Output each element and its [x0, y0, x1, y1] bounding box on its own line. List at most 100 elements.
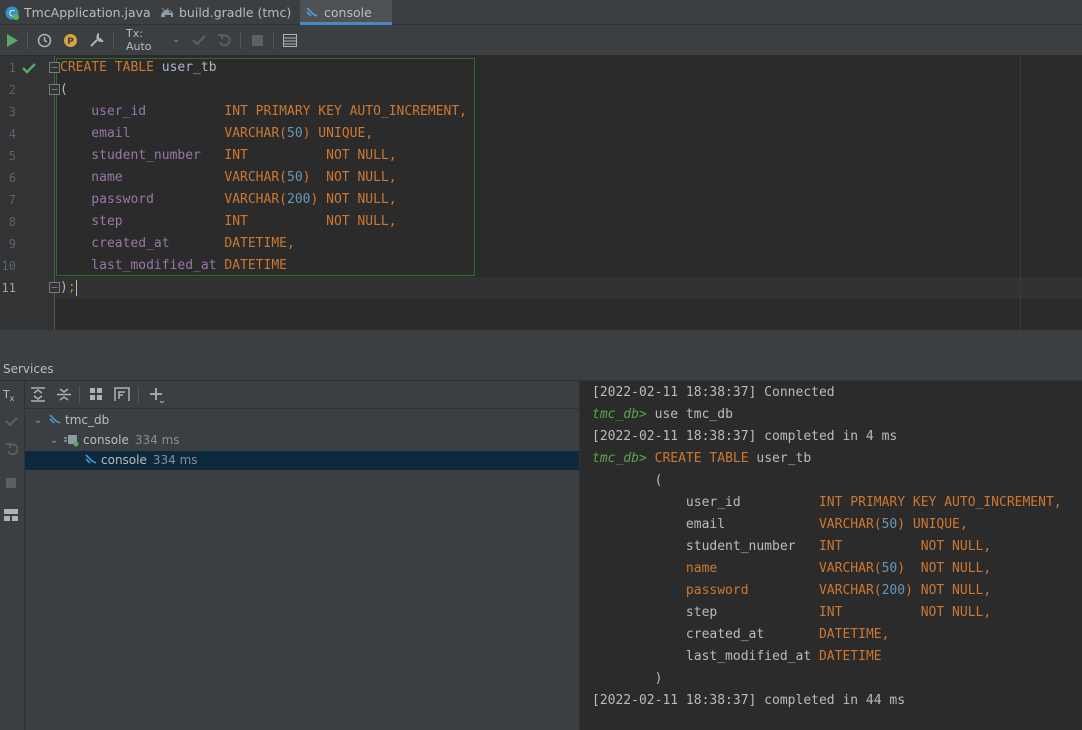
tree-node-label: console: [83, 433, 129, 447]
output-token: ) NOT NULL,: [905, 583, 992, 598]
sql-editor[interactable]: 1 2 3 4 5 6 7 8 9 10 11 CREATE TABLE use…: [0, 56, 1082, 330]
fold-icon[interactable]: [49, 62, 60, 76]
check-icon: [5, 417, 18, 427]
tab-build-gradle[interactable]: build.gradle (tmc) ✕: [155, 0, 317, 25]
fold-end-icon[interactable]: [49, 282, 60, 296]
services-tree-toolbar: [25, 381, 579, 409]
code-token: last_modified_at: [60, 258, 225, 273]
line-number: 10: [1, 259, 16, 273]
text-caret: [75, 279, 77, 296]
output-token: user_id: [592, 495, 819, 510]
output-line: tmc_db> use tmc_db: [592, 404, 733, 426]
code-token: ) NOT NULL,: [310, 192, 397, 207]
chevron-down-icon: ⌄: [33, 414, 43, 426]
code-line: );: [60, 277, 77, 299]
wrench-icon: [89, 32, 104, 47]
tree-node-label: console: [101, 453, 147, 467]
output-token: name: [592, 561, 819, 576]
output-token: CREATE TABLE: [654, 451, 757, 466]
transaction-mode-dropdown[interactable]: Tx: Auto ⌄: [120, 27, 180, 53]
output-token: created_at: [592, 627, 819, 642]
code-token: ) NOT NULL,: [302, 170, 397, 185]
output-line: [2022-02-11 18:38:37] completed in 4 ms: [592, 426, 897, 448]
line-number: 11: [1, 281, 16, 295]
rollback-button[interactable]: [5, 442, 19, 458]
line-number: 6: [8, 171, 16, 185]
commit-button[interactable]: [5, 416, 18, 430]
output-line: password VARCHAR(200) NOT NULL,: [592, 580, 991, 602]
tab-label: TmcApplication.java: [24, 5, 151, 20]
code-line: name VARCHAR(50) NOT NULL,: [60, 167, 397, 189]
database-console-icon: [304, 5, 320, 21]
transaction-mode-button[interactable]: Tx: [3, 388, 14, 403]
add-service-button[interactable]: [149, 387, 165, 406]
console-output[interactable]: [2022-02-11 18:38:37] Connected tmc_db> u…: [580, 381, 1082, 730]
results-view-button[interactable]: [281, 30, 299, 50]
stop-icon: [251, 34, 263, 46]
output-token: VARCHAR(: [818, 517, 882, 532]
code-token: INT NOT NULL,: [224, 214, 397, 229]
toolbar-divider: [27, 32, 28, 49]
tree-node-time: 334 ms: [134, 433, 180, 447]
commit-button[interactable]: [190, 30, 208, 50]
tree-node-console[interactable]: console 334 ms: [67, 450, 198, 470]
panel-splitter[interactable]: [0, 330, 1082, 357]
output-token: VARCHAR(: [818, 583, 882, 598]
expand-all-icon: [31, 387, 45, 402]
line-number: 9: [8, 237, 16, 251]
history-button[interactable]: [35, 30, 53, 50]
execution-success-icon[interactable]: [22, 62, 36, 77]
output-token: use tmc_db: [654, 407, 733, 422]
output-line: (: [592, 470, 663, 492]
code-token: 50: [287, 126, 303, 141]
explain-plan-button[interactable]: P: [61, 30, 79, 50]
svg-text:P: P: [67, 37, 74, 47]
output-token: ): [592, 671, 663, 686]
output-line: created_at DATETIME,: [592, 624, 890, 646]
settings-button[interactable]: [87, 30, 105, 50]
output-line: user_id INT PRIMARY KEY AUTO_INCREMENT,: [592, 492, 1062, 514]
filter-button[interactable]: [114, 387, 130, 405]
output-token: [2022-02-11 18:38:37] completed in 44 ms: [592, 693, 906, 708]
group-by-button[interactable]: [90, 388, 104, 405]
line-number: 1: [8, 61, 16, 75]
output-token: ) NOT NULL,: [897, 561, 992, 576]
execute-button[interactable]: [4, 30, 20, 50]
code-token: email: [60, 126, 225, 141]
collapse-all-button[interactable]: [57, 387, 71, 405]
rollback-button[interactable]: [215, 30, 233, 50]
tree-node-session[interactable]: ⌄ console 334 ms: [47, 430, 180, 450]
database-console-icon: [84, 453, 98, 467]
code-token: DATETIME,: [224, 236, 295, 251]
code-token: 50: [287, 170, 303, 185]
code-line: step INT NOT NULL,: [60, 211, 397, 233]
output-line: name VARCHAR(50) NOT NULL,: [592, 558, 991, 580]
tab-console[interactable]: console: [300, 0, 392, 25]
editor-tab-bar: C TmcApplication.java ✕ build.gradle (tm…: [0, 0, 1082, 25]
output-line: [2022-02-11 18:38:37] Connected: [592, 382, 835, 404]
stop-button[interactable]: [6, 477, 16, 491]
tab-tmc-application[interactable]: C TmcApplication.java ✕: [0, 0, 177, 25]
line-number: 5: [8, 149, 16, 163]
code-token: VARCHAR(: [224, 126, 287, 141]
output-token: VARCHAR(: [818, 561, 882, 576]
code-token: user_id: [60, 104, 225, 119]
group-icon: [90, 388, 102, 400]
fold-icon[interactable]: [49, 84, 60, 98]
output-token: 50: [881, 517, 898, 532]
code-token: ) UNIQUE,: [302, 126, 374, 141]
chevron-down-icon: ⌄: [172, 35, 180, 45]
tree-node-datasource[interactable]: ⌄ tmc_db: [31, 410, 109, 430]
line-number: 7: [8, 193, 16, 207]
layout-button[interactable]: [4, 509, 18, 524]
code-token: password: [60, 192, 225, 207]
plan-icon: P: [63, 33, 77, 47]
expand-all-button[interactable]: [31, 387, 45, 405]
toolbar-divider: [138, 386, 139, 403]
output-token: [2022-02-11 18:38:37] completed in 4 ms: [592, 429, 898, 444]
table-icon: [283, 33, 297, 47]
code-token: name: [60, 170, 225, 185]
services-side-toolbar: Tx: [0, 381, 25, 730]
collapse-all-icon: [57, 388, 71, 401]
stop-button[interactable]: [248, 30, 266, 50]
